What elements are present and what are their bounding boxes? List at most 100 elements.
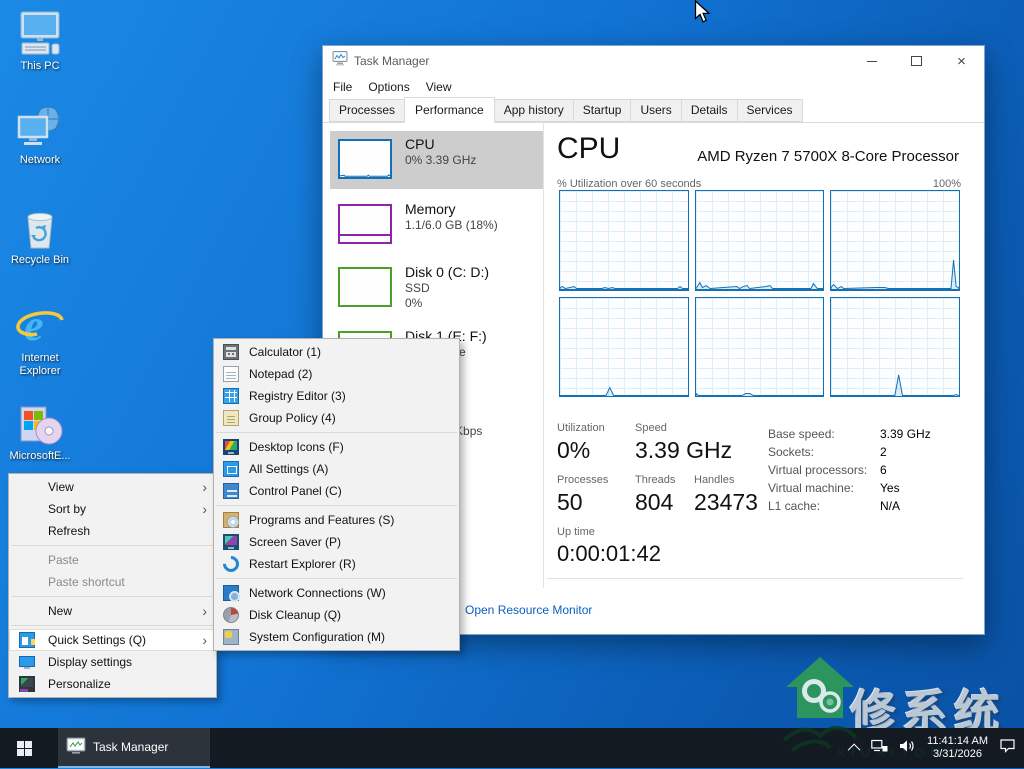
volume-tray-icon[interactable] [899,739,916,758]
desktop-icon-recycle-bin[interactable]: Recycle Bin [6,202,74,267]
desktop-icon-label: This PC [20,60,60,72]
personalize-icon [19,676,35,692]
menu-item-disk-cleanup[interactable]: Disk Cleanup (Q) [214,604,459,626]
desktop-icon-label: Internet Explorer [19,352,61,377]
tab-users[interactable]: Users [630,99,682,122]
menu-item-paste-shortcut: Paste shortcut [48,575,125,589]
menu-item-calculator[interactable]: Calculator (1) [214,341,459,363]
this-pc-icon [6,8,74,58]
desktop[interactable]: { "chart_data": { "type": "line", "title… [0,0,1024,768]
cpu-core-graph-1[interactable] [694,190,825,291]
start-button[interactable] [0,728,48,768]
cpu-heading: CPU [557,132,621,165]
menu-item-personalize[interactable]: Personalize [9,673,216,695]
menu-separator [11,596,214,597]
menu-view[interactable]: View [418,76,460,98]
cpu-core-graph-3[interactable] [559,296,689,397]
tab-processes[interactable]: Processes [329,99,406,122]
cpu-core-graph-0[interactable] [559,190,689,291]
menu-item-display-settings[interactable]: Display settings [9,651,216,673]
network-connections-icon [223,585,240,602]
processes-label: Processes [557,474,609,486]
tab-startup[interactable]: Startup [572,99,632,122]
screen-saver-icon [223,534,239,550]
virtual-machine-value: Yes [880,481,900,495]
tab-details[interactable]: Details [680,99,738,122]
menu-bar: File Options View [323,76,984,98]
taskbar: Task Manager 11:41:14 AM 3/31/2026 [0,728,1024,768]
menu-item-restart-explorer[interactable]: Restart Explorer (R) [214,552,459,576]
open-resource-monitor-link[interactable]: Open Resource Monitor [465,603,592,617]
watermark-logo [780,652,860,769]
menu-options[interactable]: Options [360,76,417,98]
taskbar-button-label: Task Manager [93,740,169,754]
mouse-cursor [694,0,712,31]
menu-item-sort-by[interactable]: Sort by › [9,498,216,520]
desktop-icon-label: Recycle Bin [10,254,70,266]
menu-file[interactable]: File [325,76,360,98]
menu-item-all-settings[interactable]: All Settings (A) [214,458,459,480]
sidebar-item-cpu[interactable]: CPU 0% 3.39 GHz [330,131,543,189]
menu-item-quick-settings[interactable]: Quick Settings (Q) › [9,629,216,651]
menu-item-registry-editor[interactable]: Registry Editor (3) [214,385,459,407]
tab-strip: Processes Performance App history Startu… [323,97,984,123]
processor-name: AMD Ryzen 7 5700X 8-Core Processor [697,148,959,165]
recycle-bin-icon [6,202,74,252]
taskbar-button-task-manager[interactable]: Task Manager [58,728,210,768]
virtual-processors-value: 6 [880,463,887,477]
speed-value: 3.39 GHz [635,437,733,463]
control-panel-icon [223,483,239,499]
programs-features-icon [223,512,239,528]
graph-scale-label: 100% [932,178,961,190]
minimize-button[interactable] [849,46,894,76]
all-settings-icon [223,461,239,477]
menu-item-group-policy[interactable]: Group Policy (4) [214,407,459,429]
tab-app-history[interactable]: App history [493,99,574,122]
menu-item-screen-saver[interactable]: Screen Saver (P) [214,531,459,553]
cpu-thumbnail [338,139,392,179]
desktop-icon-network[interactable]: Network [6,102,74,167]
sidebar-item-memory[interactable]: Memory 1.1/6.0 GB (18%) [330,196,543,252]
menu-item-refresh[interactable]: Refresh [9,520,216,542]
svg-text:e: e [24,301,44,350]
menu-item-system-configuration[interactable]: System Configuration (M) [214,626,459,648]
network-tray-icon[interactable] [871,739,888,758]
cpu-core-graph-5[interactable] [830,296,960,397]
menu-item-notepad[interactable]: Notepad (2) [214,363,459,385]
menu-item-view[interactable]: View › [9,476,216,498]
action-center-icon[interactable] [999,738,1016,758]
sidebar-item-disk0[interactable]: Disk 0 (C: D:) SSD 0% [330,259,543,319]
close-button[interactable]: × [939,46,984,76]
menu-item-network-connections[interactable]: Network Connections (W) [214,582,459,604]
virtual-machine-label: Virtual machine: [768,481,854,495]
cpu-core-graphs [559,190,960,397]
bottom-divider [547,578,963,579]
title-bar[interactable]: Task Manager × [323,46,984,76]
network-icon [6,102,74,152]
menu-item-desktop-icons[interactable]: Desktop Icons (F) [214,436,459,458]
desktop-icon-internet-explorer[interactable]: e Internet Explorer [6,300,74,378]
desktop-icon-this-pc[interactable]: This PC [6,8,74,73]
window-title: Task Manager [354,54,430,68]
tab-performance[interactable]: Performance [404,97,495,123]
menu-item-new[interactable]: New › [9,600,216,622]
taskbar-clock[interactable]: 11:41:14 AM 3/31/2026 [927,735,988,761]
menu-separator [11,545,214,546]
speed-label: Speed [635,422,667,434]
desktop-icons-icon [223,439,239,455]
desktop-icon-microsoft-edge-installer[interactable]: MicrosoftE... [6,398,74,463]
cpu-core-graph-4[interactable] [694,296,825,397]
menu-separator [216,578,457,579]
cpu-core-graph-2[interactable] [830,190,960,291]
menu-separator [11,625,214,626]
menu-item-programs-and-features[interactable]: Programs and Features (S) [214,509,459,531]
system-tray: 11:41:14 AM 3/31/2026 [847,728,1024,768]
calculator-icon [223,344,239,360]
graph-meta: % Utilization over 60 seconds 100% [557,178,961,190]
clock-time: 11:41:14 AM [927,735,988,747]
maximize-button[interactable] [894,46,939,76]
menu-item-control-panel[interactable]: Control Panel (C) [214,480,459,502]
menu-separator [216,432,457,433]
clock-date: 3/31/2026 [933,748,982,760]
tab-services[interactable]: Services [736,99,803,122]
